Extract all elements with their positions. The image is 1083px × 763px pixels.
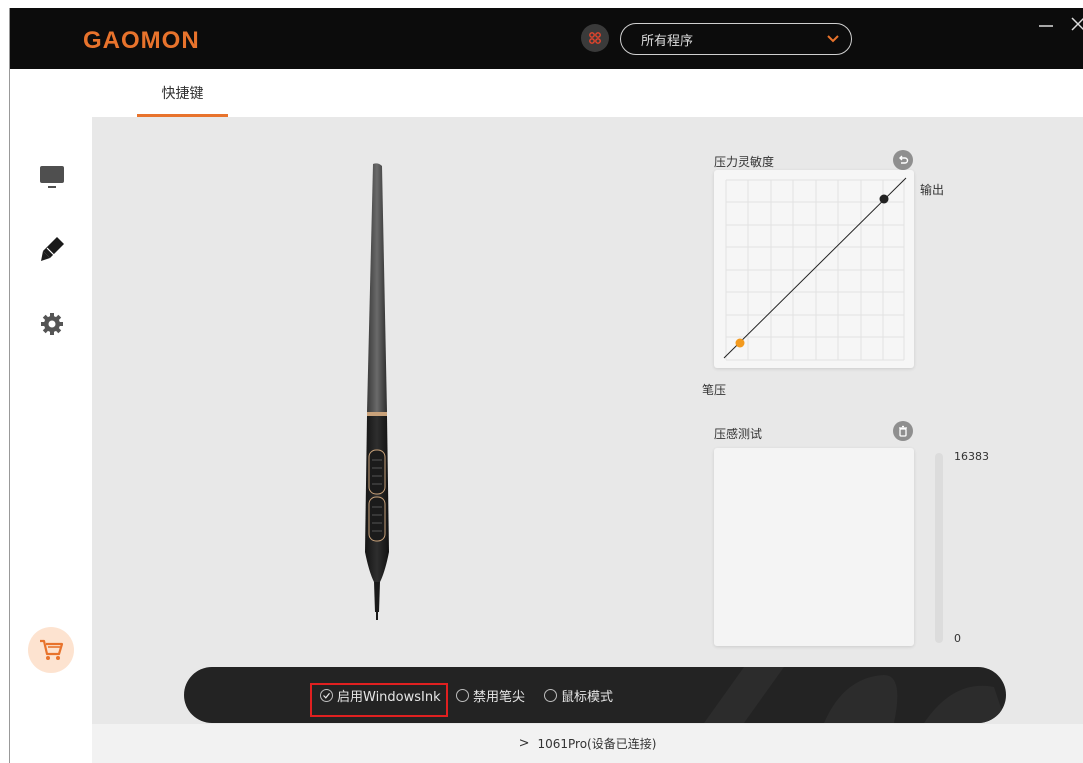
pen-icon[interactable] (38, 235, 66, 263)
minimize-button[interactable] (1036, 14, 1056, 34)
undo-icon (899, 155, 909, 164)
clear-test-button[interactable] (893, 421, 913, 441)
mode-mouse-label: 鼠标模式 (561, 689, 614, 705)
tab-bar: 快捷键 (10, 69, 1083, 117)
mode-disable-tip-label: 禁用笔尖 (473, 689, 526, 705)
close-button[interactable] (1068, 14, 1083, 34)
apps-icon (589, 32, 601, 44)
pressure-sensitivity-label: 压力灵敏度 (714, 155, 775, 169)
sidebar (10, 117, 92, 763)
trash-icon (899, 425, 907, 437)
curve-max-handle[interactable] (879, 194, 889, 204)
program-select-value: 所有程序 (641, 33, 694, 49)
gear-icon[interactable] (38, 310, 66, 338)
mode-mouse[interactable]: 鼠标模式 (544, 686, 614, 705)
monitor-icon[interactable] (38, 163, 66, 191)
pen-pressure-label: 笔压 (702, 383, 727, 397)
tab-shortcut-keys[interactable]: 快捷键 (137, 69, 228, 117)
cart-icon[interactable] (28, 627, 74, 673)
main-content: 压力灵敏度 输出 笔压 压感测试 16383 0 启用WindowsInk 禁用… (92, 117, 1083, 724)
pressure-level-bar (935, 453, 943, 643)
stylus-pen-image (365, 163, 389, 620)
radio-icon (544, 688, 557, 702)
pressure-test-label: 压感测试 (714, 427, 763, 441)
pressure-max-value: 16383 (954, 450, 989, 463)
mode-disable-tip[interactable]: 禁用笔尖 (456, 686, 526, 705)
pressure-min-value: 0 (954, 632, 961, 645)
chevron-down-icon (827, 35, 839, 43)
pressure-curve-svg (723, 177, 907, 361)
program-apps-button[interactable] (581, 24, 609, 52)
program-select[interactable]: 所有程序 (620, 23, 852, 55)
pressure-test-area[interactable] (714, 448, 914, 646)
device-status-text: 1061Pro(设备已连接) (537, 737, 657, 751)
reset-curve-button[interactable] (893, 150, 913, 170)
pressure-curve-graph[interactable] (714, 170, 914, 368)
curve-min-handle[interactable] (735, 338, 745, 348)
title-bar: GAOMON 所有程序 (10, 8, 1083, 69)
radio-icon (456, 688, 469, 702)
windows-ink-highlight (310, 683, 448, 717)
chevron-right-icon: > (518, 736, 530, 751)
device-status-bar[interactable]: > 1061Pro(设备已连接) (92, 724, 1083, 763)
pen-mode-bar: 启用WindowsInk 禁用笔尖 鼠标模式 (184, 667, 1006, 723)
svg-text:GAOMON: GAOMON (83, 27, 200, 52)
app-window: GAOMON 所有程序 快捷键 压力灵敏度 输出 笔压 压感测试 16383 0… (10, 8, 1083, 763)
output-label: 输出 (920, 183, 945, 197)
gaomon-logo: GAOMON (83, 27, 200, 52)
